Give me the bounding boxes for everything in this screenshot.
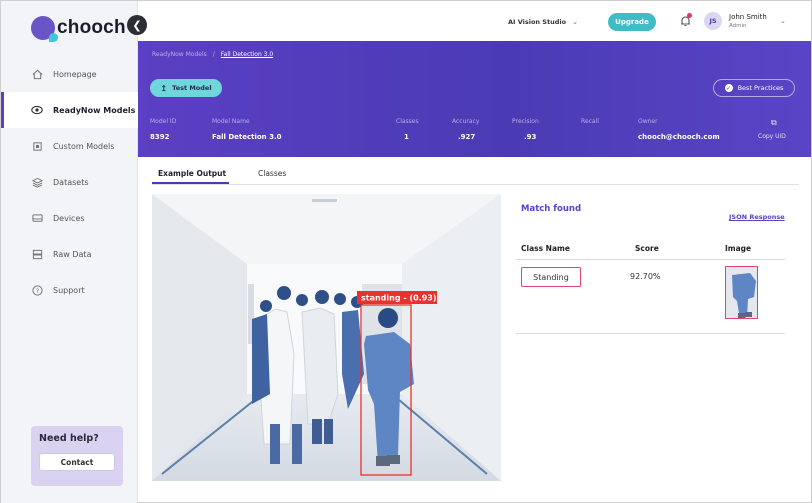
recall-label: Recall	[581, 118, 599, 125]
question-circle-icon: ?	[31, 284, 43, 296]
sidebar-item-custom-models[interactable]: Custom Models	[1, 128, 138, 164]
breadcrumb-link[interactable]: ReadyNow Models	[152, 51, 207, 58]
eye-icon	[31, 104, 43, 116]
chevron-left-icon: ❮	[132, 18, 142, 32]
score-value: 92.70%	[630, 272, 661, 281]
best-practices-label: Best Practices	[737, 84, 784, 92]
device-icon	[31, 212, 43, 224]
precision-label: Precision	[512, 118, 539, 125]
help-card: Need help? Contact	[31, 426, 123, 486]
column-header-score: Score	[635, 244, 659, 253]
chooch-logo-icon	[31, 16, 58, 42]
layers-icon	[31, 176, 43, 188]
sidebar-item-label: Custom Models	[53, 141, 115, 151]
model-name-label: Model Name	[212, 118, 250, 125]
chevron-down-icon[interactable]: ⌄	[780, 17, 786, 25]
sidebar-nav: Homepage ReadyNow Models Custom Models D…	[1, 56, 138, 308]
table-row-divider	[516, 333, 785, 334]
example-output-image: standing - (0.93)	[152, 194, 501, 481]
hallway-scene: standing - (0.93)	[152, 194, 501, 481]
chevron-down-icon: ⌄	[572, 18, 578, 26]
home-icon	[31, 68, 43, 80]
sidebar-item-label: Devices	[53, 213, 85, 223]
database-icon	[31, 248, 43, 260]
classes-label: Classes	[396, 118, 419, 125]
sidebar-collapse-button[interactable]: ❮	[127, 15, 147, 35]
breadcrumb-separator: /	[212, 51, 215, 58]
thumbnail-image	[726, 267, 757, 318]
user-role: Admin	[729, 23, 747, 29]
sidebar-item-label: ReadyNow Models	[53, 105, 136, 115]
help-title: Need help?	[39, 433, 99, 444]
match-found-heading: Match found	[521, 204, 582, 214]
sidebar-item-homepage[interactable]: Homepage	[1, 56, 138, 92]
sidebar-item-support[interactable]: ? Support	[1, 272, 138, 308]
breadcrumb: ReadyNow Models / Fall Detection 3.0	[152, 51, 273, 58]
check-icon: ✓	[724, 84, 733, 92]
cpu-icon	[31, 140, 43, 152]
model-id-value: 8392	[150, 133, 170, 141]
model-header: ReadyNow Models / Fall Detection 3.0 ↥ T…	[138, 41, 811, 157]
classes-value: 1	[404, 133, 409, 141]
tab-example-output[interactable]: Example Output	[158, 169, 226, 178]
brand-name: chooch	[57, 17, 126, 38]
top-bar: AI Vision Studio ⌄ Upgrade JS John Smith…	[138, 1, 811, 41]
model-id-label: Model ID	[150, 118, 177, 125]
accuracy-label: Accuracy	[452, 118, 480, 125]
notification-dot	[687, 13, 692, 18]
app-window: chooch Homepage ReadyNow Models Custom M…	[0, 0, 812, 503]
sidebar-item-devices[interactable]: Devices	[1, 200, 138, 236]
copy-uid-button[interactable]: Copy UID	[758, 133, 786, 140]
column-header-class-name: Class Name	[521, 244, 570, 253]
studio-label: AI Vision Studio	[508, 18, 567, 26]
breadcrumb-current: Fall Detection 3.0	[220, 51, 274, 58]
sidebar-item-datasets[interactable]: Datasets	[1, 164, 138, 200]
json-response-link[interactable]: JSON Response	[729, 213, 785, 221]
user-name[interactable]: John Smith	[729, 13, 767, 21]
owner-value: chooch@chooch.com	[638, 133, 720, 141]
sidebar-item-label: Homepage	[53, 69, 97, 79]
sidebar-item-readynow-models[interactable]: ReadyNow Models	[1, 92, 138, 128]
test-model-label: Test Model	[172, 84, 212, 92]
studio-selector[interactable]: AI Vision Studio ⌄	[508, 15, 578, 29]
precision-value: .93	[524, 133, 537, 141]
sidebar-item-label: Support	[53, 285, 85, 295]
class-name-badge: Standing	[521, 267, 581, 287]
sidebar-item-label: Datasets	[53, 177, 89, 187]
active-tab-indicator	[152, 182, 229, 184]
copy-icon[interactable]: ⧉	[771, 118, 777, 128]
table-header-divider	[516, 259, 785, 260]
upload-icon: ↥	[160, 83, 168, 93]
brand-logo[interactable]: chooch	[31, 13, 126, 43]
upgrade-button[interactable]: Upgrade	[608, 13, 656, 31]
accuracy-value: .927	[458, 133, 476, 141]
detection-label: standing - (0.93)	[361, 294, 437, 303]
model-name-value: Fall Detection 3.0	[212, 133, 282, 141]
sidebar-item-label: Raw Data	[53, 249, 92, 259]
best-practices-button[interactable]: ✓ Best Practices	[713, 79, 795, 97]
sidebar-item-raw-data[interactable]: Raw Data	[1, 236, 138, 272]
test-model-button[interactable]: ↥ Test Model	[150, 79, 222, 97]
avatar[interactable]: JS	[704, 12, 722, 30]
sidebar: chooch Homepage ReadyNow Models Custom M…	[1, 1, 138, 503]
tab-classes[interactable]: Classes	[258, 169, 286, 178]
column-header-image: Image	[725, 244, 752, 253]
contact-button[interactable]: Contact	[39, 453, 115, 471]
svg-text:?: ?	[35, 286, 38, 294]
detection-thumbnail[interactable]	[725, 266, 758, 319]
content-tabs: Example Output Classes	[152, 167, 799, 185]
owner-label: Owner	[638, 118, 658, 125]
